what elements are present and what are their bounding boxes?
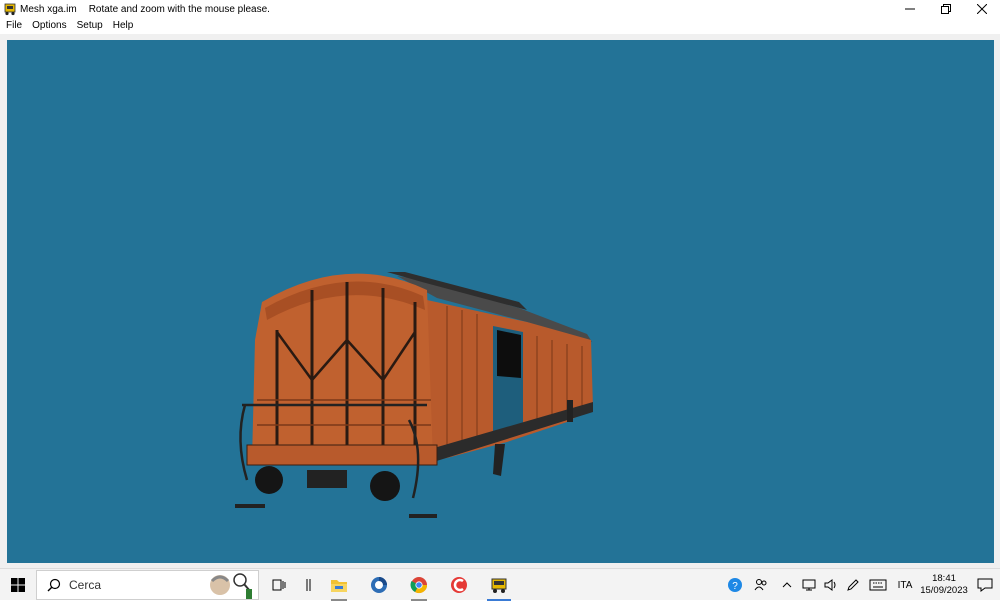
file-explorer-button[interactable] xyxy=(319,569,359,601)
search-icon xyxy=(47,578,61,591)
people-tray-button[interactable] xyxy=(746,569,776,601)
mesh-app-button[interactable] xyxy=(479,569,519,601)
menu-file[interactable]: File xyxy=(0,18,27,34)
task-view-icon xyxy=(272,579,286,590)
freight-wagon-model xyxy=(235,272,593,518)
restore-icon xyxy=(941,4,951,14)
window-title: Mesh xga.im xyxy=(20,3,77,15)
input-language[interactable]: ITA xyxy=(892,580,918,591)
wagon-app-icon xyxy=(3,2,17,16)
widgets-button[interactable] xyxy=(299,569,319,601)
search-highlight-icon xyxy=(210,572,252,599)
network-icon xyxy=(802,579,816,591)
restore-button[interactable] xyxy=(928,0,964,18)
ccleaner-button[interactable] xyxy=(439,569,479,601)
title-bar[interactable]: Mesh xga.im Rotate and zoom with the mou… xyxy=(0,0,1000,18)
search-placeholder: Cerca xyxy=(69,577,102,592)
notification-center-button[interactable] xyxy=(970,569,1000,601)
notification-icon xyxy=(977,578,993,592)
menu-setup[interactable]: Setup xyxy=(72,18,108,34)
people-icon xyxy=(754,579,767,591)
keyboard-icon xyxy=(869,579,887,591)
chrome-button[interactable] xyxy=(399,569,439,601)
menu-options[interactable]: Options xyxy=(27,18,71,34)
3d-viewport[interactable] xyxy=(7,40,994,563)
keyboard-tray-button[interactable] xyxy=(864,569,892,601)
minimize-icon xyxy=(905,8,915,10)
menu-bar: File Options Setup Help xyxy=(0,18,1000,34)
show-hidden-icons-button[interactable] xyxy=(776,569,798,601)
chevron-up-icon xyxy=(782,582,792,588)
taskbar: Cerca ? ITA 18:41 15/09/2023 xyxy=(0,568,1000,601)
close-icon xyxy=(977,4,987,14)
clock-time: 18:41 xyxy=(932,573,956,584)
help-icon: ? xyxy=(728,578,742,592)
close-button[interactable] xyxy=(964,0,1000,18)
taskbar-search-box[interactable]: Cerca xyxy=(36,569,259,600)
help-tray-button[interactable]: ? xyxy=(724,569,746,601)
start-button[interactable] xyxy=(0,569,36,601)
task-view-button[interactable] xyxy=(259,569,299,601)
system-tray: ? ITA 18:41 15/09/2023 xyxy=(724,569,1000,601)
app-round-icon xyxy=(371,576,387,593)
minimize-button[interactable] xyxy=(892,0,928,18)
clock-date: 15/09/2023 xyxy=(920,585,968,596)
ccleaner-icon xyxy=(451,576,467,593)
divider-icon xyxy=(306,578,311,591)
app-window: Mesh xga.im Rotate and zoom with the mou… xyxy=(0,0,1000,568)
file-explorer-icon xyxy=(331,579,347,592)
mesh-app-icon xyxy=(491,578,507,593)
app-round-button[interactable] xyxy=(359,569,399,601)
svg-text:?: ? xyxy=(732,581,738,592)
volume-icon xyxy=(824,579,836,591)
pen-icon xyxy=(847,579,859,591)
volume-tray-button[interactable] xyxy=(820,569,842,601)
menu-help[interactable]: Help xyxy=(108,18,139,34)
pen-tray-button[interactable] xyxy=(842,569,864,601)
window-hint: Rotate and zoom with the mouse please. xyxy=(88,3,270,15)
windows-logo-icon xyxy=(11,577,25,592)
network-tray-button[interactable] xyxy=(798,569,820,601)
chrome-icon xyxy=(410,576,428,593)
clock[interactable]: 18:41 15/09/2023 xyxy=(918,573,970,597)
